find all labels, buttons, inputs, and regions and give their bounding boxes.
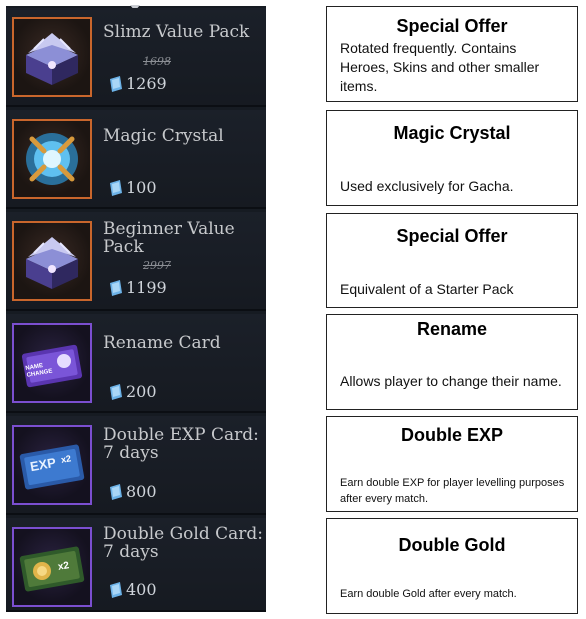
shop-item-rename-card[interactable]: NAME CHANGE Rename Card 200 bbox=[6, 314, 266, 413]
description-title: Double Gold bbox=[398, 535, 506, 555]
description-box-double-gold: Double Gold Earn double Gold after every… bbox=[326, 518, 578, 614]
item-price: 200 bbox=[106, 382, 157, 401]
description-text: Equivalent of a Starter Pack bbox=[340, 281, 514, 297]
price-value: 1199 bbox=[126, 278, 167, 297]
treasure-chest-icon bbox=[12, 17, 92, 97]
description-box-special-offer: Special Offer Rotated frequently. Contai… bbox=[326, 6, 578, 102]
rename-card-icon: NAME CHANGE bbox=[12, 323, 92, 403]
price-value: 800 bbox=[126, 482, 157, 501]
original-price: 1698 bbox=[143, 55, 171, 68]
description-text: Earn double Gold after every match. bbox=[340, 588, 517, 600]
price-value: 100 bbox=[126, 178, 157, 197]
description-box-double-exp: Double EXP Earn double EXP for player le… bbox=[326, 416, 578, 512]
magic-crystal-icon bbox=[12, 119, 92, 199]
description-title: Double EXP bbox=[400, 425, 503, 445]
multiplier-label: x2 bbox=[60, 453, 72, 465]
item-name: Double Gold Card: 7 days bbox=[103, 524, 264, 562]
description-text: Used exclusively for Gacha. bbox=[340, 178, 514, 194]
item-price: 1269 bbox=[106, 74, 167, 93]
item-name: Beginner Value Pack bbox=[103, 219, 235, 257]
shop-item-beginner-value-pack[interactable]: Beginner Value Pack 2997 1199 bbox=[6, 212, 266, 311]
description-title: Magic Crystal bbox=[393, 123, 511, 143]
gem-currency-icon bbox=[110, 75, 122, 92]
shop-panel: Slimz Value Pack 1698 1269 Magic Crystal… bbox=[6, 5, 266, 612]
description-text: Rotated frequently. Contains Heroes, Ski… bbox=[340, 40, 540, 94]
item-price: 400 bbox=[106, 580, 157, 599]
original-price: 2997 bbox=[143, 259, 171, 272]
description-title: Rename bbox=[416, 319, 488, 339]
item-price: 800 bbox=[106, 482, 157, 501]
item-price: 100 bbox=[106, 178, 157, 197]
price-value: 400 bbox=[126, 580, 157, 599]
shop-item-double-exp-card[interactable]: EXP x2 Double EXP Card: 7 days 800 bbox=[6, 416, 266, 515]
description-title: Special Offer bbox=[396, 226, 508, 246]
description-text: Earn double EXP for player levelling pur… bbox=[340, 477, 565, 505]
shop-item-magic-crystal[interactable]: Magic Crystal 100 bbox=[6, 110, 266, 209]
gold-card-icon: x2 bbox=[12, 527, 92, 607]
gem-currency-icon bbox=[110, 581, 122, 598]
description-box-magic-crystal: Magic Crystal Used exclusively for Gacha… bbox=[326, 110, 578, 206]
gem-currency-icon bbox=[110, 279, 122, 296]
item-price: 1199 bbox=[106, 278, 167, 297]
description-box-starter-offer: Special Offer Equivalent of a Starter Pa… bbox=[326, 213, 578, 308]
item-name: Double EXP Card: 7 days bbox=[103, 425, 259, 463]
gem-currency-icon bbox=[110, 383, 122, 400]
treasure-chest-icon bbox=[12, 221, 92, 301]
item-name: Magic Crystal bbox=[103, 126, 224, 146]
item-name: Rename Card bbox=[103, 333, 221, 353]
multiplier-label: x2 bbox=[57, 560, 70, 573]
exp-card-icon: EXP x2 bbox=[12, 425, 92, 505]
price-value: 200 bbox=[126, 382, 157, 401]
description-title: Special Offer bbox=[396, 16, 508, 36]
description-box-rename: Rename Allows player to change their nam… bbox=[326, 314, 578, 410]
gem-currency-icon bbox=[110, 483, 122, 500]
price-value: 1269 bbox=[126, 74, 167, 93]
item-name: Slimz Value Pack bbox=[103, 22, 250, 42]
description-text: Allows player to change their name. bbox=[340, 373, 562, 389]
shop-item-slimz-value-pack[interactable]: Slimz Value Pack 1698 1269 bbox=[6, 8, 266, 107]
shop-item-double-gold-card[interactable]: x2 Double Gold Card: 7 days 400 bbox=[6, 518, 266, 612]
gem-currency-icon bbox=[110, 179, 122, 196]
